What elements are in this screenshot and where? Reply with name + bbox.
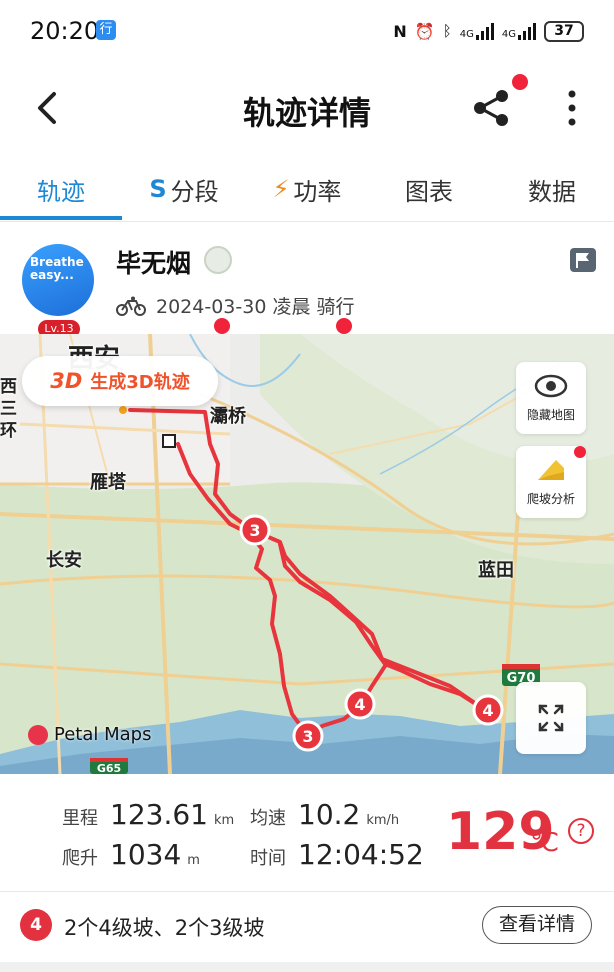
highway-shield-g65: G65: [90, 758, 128, 774]
climb-marker[interactable]: 3: [239, 514, 271, 546]
stat-climb-label: 爬升: [62, 848, 98, 869]
stat-climb-value: 1034: [110, 838, 182, 871]
climb-marker-label: 4: [354, 695, 365, 714]
map-label-changan: 长安: [46, 550, 82, 571]
fullscreen-button[interactable]: [516, 682, 586, 754]
map-label-yanta: 雁塔: [90, 472, 126, 493]
tab-segments[interactable]: S 分段: [122, 156, 246, 222]
climb-marker-label: 3: [302, 727, 313, 746]
stat-avg-speed-unit: km/h: [366, 813, 400, 828]
eye-icon: [534, 374, 568, 398]
user-name[interactable]: 毕无烟: [116, 244, 191, 280]
stat-distance-unit: km: [213, 813, 235, 828]
map-attribution: Petal Maps: [28, 724, 151, 745]
temperature-unit: ℃: [530, 828, 560, 858]
climb-analysis-label: 爬坡分析: [526, 492, 575, 506]
hide-map-label: 隐藏地图: [526, 408, 575, 422]
stat-distance-label: 里程: [62, 808, 98, 829]
tab-track-label: 轨迹: [37, 177, 85, 206]
climb-marker-label: 4: [482, 701, 493, 720]
climb-summary: 4 2个4级坡、2个3级坡 查看详情: [0, 892, 614, 962]
activity-header: Breathe easy... Lv.13 毕无烟 2024-03-30 凌晨 …: [0, 222, 614, 338]
generate-3d-button[interactable]: 3D 生成3D轨迹: [22, 356, 218, 406]
battery-icon: 37: [544, 20, 584, 42]
alarm-icon: ⏰: [414, 21, 435, 41]
map-label-left: 西三环: [0, 377, 17, 441]
tab-data-label: 数据: [528, 177, 576, 206]
tab-bar: 轨迹 S 分段 ⚡ 功率 图表 数据: [0, 156, 614, 334]
tab-segments-label: 分段: [170, 177, 219, 206]
stat-climb: 爬升 1034 m: [62, 838, 200, 871]
route-map[interactable]: 3 4 3 4 G70 G65 西安 西三环 灞桥 雁塔 长安 蓝田 3: [0, 334, 614, 774]
map-label-baqiao: 灞桥: [210, 406, 246, 427]
climb-analysis-dot: [574, 446, 586, 458]
status-icons: N ⏰ ᛒ 4G 4G 37: [393, 18, 584, 44]
avatar[interactable]: Breathe easy... Lv.13: [22, 244, 94, 338]
signal-2-label: 4G: [501, 29, 516, 40]
stat-climb-unit: m: [187, 853, 200, 868]
stat-avg-speed-label: 均速: [250, 808, 286, 829]
share-icon[interactable]: [470, 86, 514, 130]
hide-map-button[interactable]: 隐藏地图: [516, 362, 586, 434]
status-bar: 20:20 行 N ⏰ ᛒ 4G 4G 37: [0, 0, 614, 62]
tab-track[interactable]: 轨迹: [0, 156, 122, 222]
activity-date: 2024-03-30 凌晨 骑行: [156, 296, 355, 318]
petal-maps-logo-icon: [28, 724, 48, 745]
3d-icon: 3D: [50, 369, 83, 393]
climb-marker[interactable]: 3: [292, 720, 324, 752]
share-notification-dot: [512, 74, 528, 90]
medal-icon: [204, 246, 232, 274]
more-icon[interactable]: [558, 88, 586, 128]
stat-distance-value: 123.61: [110, 798, 208, 831]
climb-summary-text: 2个4级坡、2个3级坡: [64, 916, 265, 940]
tab-power[interactable]: ⚡ 功率: [246, 156, 368, 222]
climb-level-badge: 4: [20, 909, 52, 941]
nav-bar: 轨迹详情: [0, 62, 614, 156]
signal-1-label: 4G: [459, 29, 474, 40]
flag-icon[interactable]: [570, 248, 596, 272]
status-time: 20:20: [30, 17, 100, 45]
stats-panel: 里程 123.61 km 均速 10.2 km/h 爬升 1034 m 时间 1…: [0, 774, 614, 892]
climb-marker[interactable]: 4: [472, 694, 504, 726]
stat-avg-speed-value: 10.2: [298, 798, 361, 831]
stat-time-value: 12:04:52: [298, 838, 424, 871]
lightning-icon: ⚡: [272, 175, 290, 203]
bike-icon: [116, 296, 146, 316]
tab-charts[interactable]: 图表: [368, 156, 490, 222]
generate-3d-label: 生成3D轨迹: [90, 372, 190, 393]
stat-distance: 里程 123.61 km: [62, 798, 234, 831]
highway-label-g65: G65: [97, 762, 121, 774]
help-icon[interactable]: ?: [568, 818, 594, 844]
activity-meta: 2024-03-30 凌晨 骑行: [116, 292, 355, 319]
fullscreen-icon: [538, 704, 564, 732]
stat-time: 时间 12:04:52: [250, 838, 424, 871]
signal-2-icon: 4G: [502, 22, 536, 40]
nfc-icon: N: [393, 21, 407, 41]
climb-marker[interactable]: 4: [344, 688, 376, 720]
tab-data[interactable]: 数据: [490, 156, 614, 222]
tab-active-underline: [0, 216, 122, 220]
map-attribution-text: Petal Maps: [54, 724, 152, 745]
view-details-button[interactable]: 查看详情: [482, 906, 592, 944]
tab-charts-label: 图表: [405, 177, 453, 206]
bottom-divider: [0, 962, 614, 972]
climb-marker-label: 3: [249, 521, 260, 540]
stat-avg-speed: 均速 10.2 km/h: [250, 798, 399, 831]
status-tag: 行: [96, 20, 116, 40]
page-title: 轨迹详情: [242, 94, 371, 132]
tab-power-label: 功率: [293, 177, 342, 206]
map-label-lantian: 蓝田: [478, 560, 514, 581]
stat-time-label: 时间: [250, 848, 286, 869]
signal-1-icon: 4G: [460, 22, 494, 40]
segment-icon: S: [149, 175, 167, 203]
avatar-text: Breathe easy...: [30, 255, 84, 282]
bluetooth-icon: ᛒ: [442, 22, 452, 40]
